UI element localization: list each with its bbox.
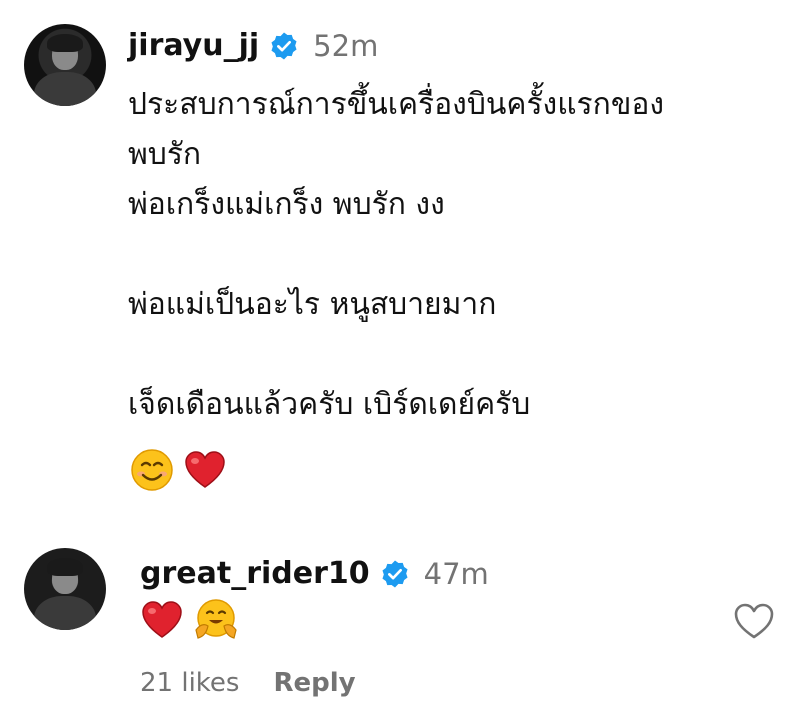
avatar-figure [33, 71, 97, 106]
comment-header: great_rider10 47m [140, 556, 489, 591]
reply-button[interactable]: Reply [273, 668, 355, 698]
avatar[interactable] [24, 24, 106, 106]
verified-badge-icon [271, 32, 297, 59]
heart-like-button[interactable] [733, 602, 775, 640]
username-link[interactable]: jirayu_jj [128, 28, 259, 63]
timestamp: 47m [423, 556, 489, 591]
avatar-hair [46, 557, 84, 576]
avatar-hair [46, 33, 84, 52]
comment-line: พบรัก [128, 137, 202, 172]
comment-footer: 21 likes Reply [140, 668, 356, 698]
comment-line: พ่อแม่เป็นอะไร หนูสบายมาก [128, 287, 497, 322]
likes-count[interactable]: 21 likes [140, 668, 239, 698]
verified-badge-icon [382, 560, 408, 587]
avatar-figure [33, 595, 97, 630]
smiling-face-icon [131, 449, 173, 491]
red-heart-icon [185, 451, 225, 488]
comment-line [128, 330, 748, 380]
comment-line: ประสบการณ์การขึ้นเครื่องบินครั้งแรกของ [128, 87, 664, 122]
comment-line: เจ็ดเดือนแล้วครับ เบิร์ดเดย์ครับ [128, 387, 531, 422]
comment-header: jirayu_jj 52m [128, 28, 378, 63]
avatar[interactable] [24, 548, 106, 630]
timestamp: 52m [313, 28, 379, 63]
comment-text: ประสบการณ์การขึ้นเครื่องบินครั้งแรกของ พ… [128, 80, 748, 480]
comment-line [128, 230, 748, 280]
username-link[interactable]: great_rider10 [140, 556, 370, 591]
comment-line: พ่อเกร็งแม่เกร็ง พบรัก งง [128, 187, 445, 222]
red-heart-icon [142, 601, 182, 638]
hugging-face-icon [195, 599, 237, 639]
